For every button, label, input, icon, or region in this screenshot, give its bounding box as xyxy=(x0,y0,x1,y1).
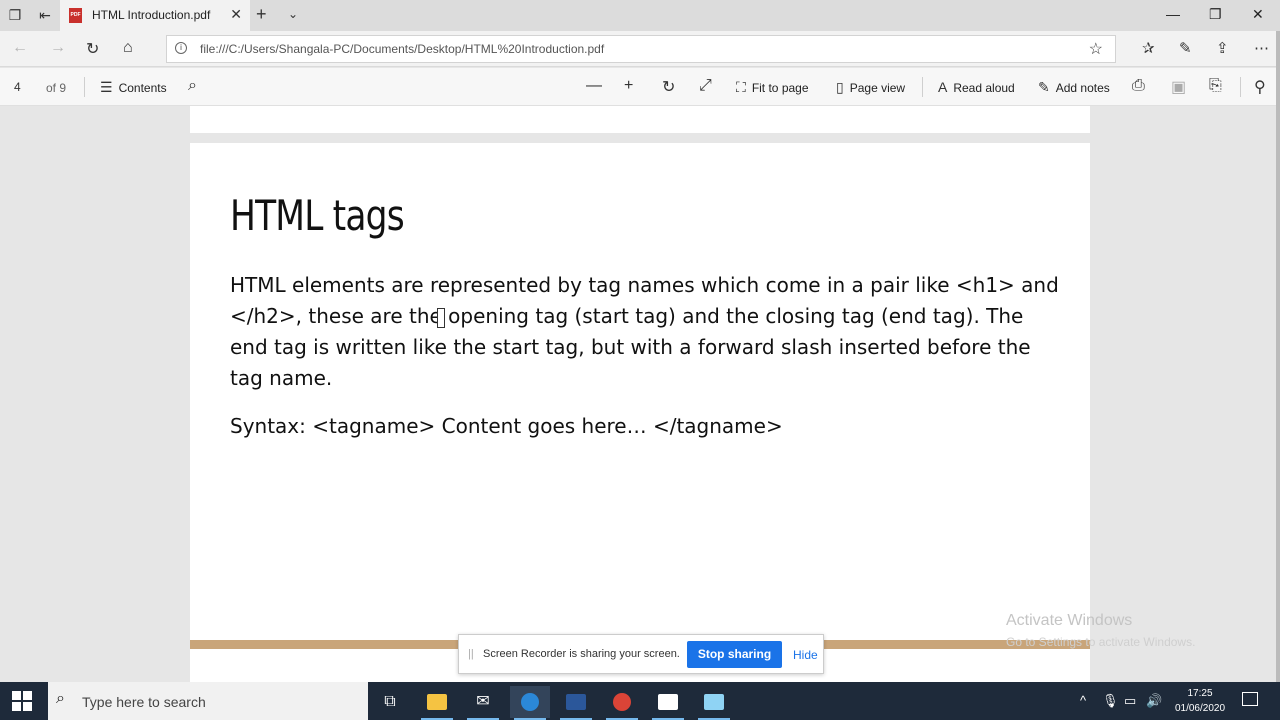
taskbar-search[interactable]: ⌕ Type here to search xyxy=(48,682,368,720)
hide-button[interactable]: Hide xyxy=(793,648,818,662)
windows-start-icon[interactable] xyxy=(12,691,32,711)
taskbar: ⌕ Type here to search ⧉ ✉ ^ 🎙 ▭ 🔊 17:25 … xyxy=(0,682,1280,720)
stop-sharing-button[interactable]: Stop sharing xyxy=(687,641,782,668)
microphone-icon[interactable]: 🎙 xyxy=(1102,693,1119,709)
scrollbar[interactable] xyxy=(1276,31,1280,682)
mail-icon[interactable]: ✉ xyxy=(463,686,503,720)
previous-page xyxy=(190,106,1090,133)
activation-watermark: Activate Windows xyxy=(1006,612,1133,629)
notification-icon[interactable] xyxy=(1242,692,1258,706)
pen-icon[interactable]: ✎ xyxy=(1179,39,1192,57)
fit-page-icon: ⛶ xyxy=(736,79,746,95)
battery-icon[interactable]: ▭ xyxy=(1124,693,1136,709)
page-view-button[interactable]: ▯ Page view xyxy=(836,79,905,96)
tab-pdf[interactable]: PDF HTML Introduction.pdf ✕ xyxy=(60,0,250,31)
tab-title: HTML Introduction.pdf xyxy=(92,8,211,22)
fit-to-page-button[interactable]: ⛶ Fit to page xyxy=(736,79,809,96)
edge-icon[interactable] xyxy=(510,686,550,720)
divider xyxy=(1240,77,1241,97)
chevron-up-icon[interactable]: ^ xyxy=(1080,693,1086,708)
info-icon[interactable]: i xyxy=(175,42,187,54)
screen-recorder-icon[interactable] xyxy=(648,686,688,720)
page-title: HTML tags xyxy=(230,191,405,240)
restore-icon[interactable]: ❐ xyxy=(1209,6,1222,23)
search-placeholder: Type here to search xyxy=(82,694,206,710)
rotate-icon[interactable]: ↻ xyxy=(662,77,675,97)
divider xyxy=(922,77,923,97)
tab-actions-icon[interactable]: ❐ xyxy=(6,6,24,24)
syntax-line: Syntax: <tagname> Content goes here… </t… xyxy=(230,414,783,438)
share-icon[interactable]: ⇪ xyxy=(1216,39,1229,57)
favorites-icon[interactable]: ✰ xyxy=(1142,39,1155,57)
new-tab-icon[interactable]: + xyxy=(256,4,267,25)
contents-button[interactable]: ☰ Contents xyxy=(100,79,167,96)
drag-handle-icon[interactable]: || xyxy=(468,648,474,660)
clock-time: 17:25 xyxy=(1187,688,1213,699)
save-icon[interactable]: ▣ xyxy=(1171,77,1186,97)
contents-label: Contents xyxy=(118,81,167,95)
refresh-icon[interactable]: ↻ xyxy=(86,39,99,59)
save-as-icon[interactable]: ⎘ xyxy=(1209,77,1222,95)
favorite-star-icon[interactable]: ☆ xyxy=(1089,39,1103,59)
zoom-in-icon[interactable]: + xyxy=(624,77,633,95)
sharing-message: Screen Recorder is sharing your screen. xyxy=(483,648,680,660)
forward-icon[interactable]: → xyxy=(50,39,66,57)
list-icon: ☰ xyxy=(100,79,113,95)
chrome-icon[interactable] xyxy=(602,686,642,720)
tab-bar: ❐ ⇤ PDF HTML Introduction.pdf ✕ + ⌄ — ❐ … xyxy=(0,0,1280,31)
back-icon[interactable]: ← xyxy=(12,39,28,57)
page-count: of 9 xyxy=(46,81,67,95)
pin-toolbar-icon[interactable]: ⚲ xyxy=(1254,77,1266,97)
pdf-toolbar: 4 of 9 ☰ Contents ⌕ — + ↻ ⤢ ⛶ Fit to page … xyxy=(0,68,1280,106)
set-aside-tabs-icon[interactable]: ⇤ xyxy=(36,6,54,24)
fit-to-page-label: Fit to page xyxy=(751,81,809,95)
file-explorer-icon[interactable] xyxy=(417,686,457,720)
zoom-out-icon[interactable]: — xyxy=(586,77,602,95)
chevron-down-icon[interactable]: ⌄ xyxy=(288,7,298,21)
pdf-icon: PDF xyxy=(69,8,82,23)
read-aloud-button[interactable]: A Read aloud xyxy=(938,79,1015,95)
pdf-page: HTML tags HTML elements are represented … xyxy=(190,143,1090,663)
read-aloud-icon: A xyxy=(938,79,948,95)
clock-date: 01/06/2020 xyxy=(1174,703,1226,714)
notepad-icon[interactable] xyxy=(694,686,734,720)
add-notes-label: Add notes xyxy=(1055,81,1110,95)
divider xyxy=(84,77,85,97)
address-bar[interactable]: i file:///C:/Users/Shangala-PC/Documents… xyxy=(166,35,1116,63)
navigation-bar: ← → ↻ ⌂ i file:///C:/Users/Shangala-PC/D… xyxy=(0,31,1280,67)
url-text: file:///C:/Users/Shangala-PC/Documents/D… xyxy=(200,42,605,56)
close-tab-icon[interactable]: ✕ xyxy=(230,6,242,23)
word-icon[interactable] xyxy=(556,686,596,720)
pen-icon: ✎ xyxy=(1038,79,1050,95)
page-icon: ▯ xyxy=(836,79,844,95)
text-cursor-icon xyxy=(437,308,445,328)
full-screen-icon[interactable]: ⤢ xyxy=(699,77,712,95)
add-notes-button[interactable]: ✎ Add notes xyxy=(1038,79,1110,96)
more-icon[interactable]: ⋯ xyxy=(1254,39,1269,57)
body-paragraph: HTML elements are represented by tag nam… xyxy=(230,273,1059,390)
page-view-label: Page view xyxy=(849,81,906,95)
page-number-input[interactable]: 4 xyxy=(8,77,34,97)
minimize-icon[interactable]: — xyxy=(1166,6,1180,22)
clock[interactable]: 17:25 01/06/2020 xyxy=(1168,686,1232,716)
home-icon[interactable]: ⌂ xyxy=(123,39,133,57)
volume-icon[interactable]: 🔊 xyxy=(1146,693,1162,709)
activation-watermark-sub: Go to Settings to activate Windows. xyxy=(1006,635,1196,649)
search-icon[interactable]: ⌕ xyxy=(188,77,197,95)
read-aloud-label: Read aloud xyxy=(953,81,1015,95)
search-icon: ⌕ xyxy=(56,690,65,707)
print-icon[interactable]: ⎙ xyxy=(1132,77,1145,95)
task-view-icon[interactable]: ⧉ xyxy=(370,686,410,718)
close-window-icon[interactable]: ✕ xyxy=(1252,6,1264,23)
document-viewport[interactable]: HTML tags HTML elements are represented … xyxy=(0,106,1276,682)
screen-sharing-bar: || Screen Recorder is sharing your scree… xyxy=(458,634,824,674)
